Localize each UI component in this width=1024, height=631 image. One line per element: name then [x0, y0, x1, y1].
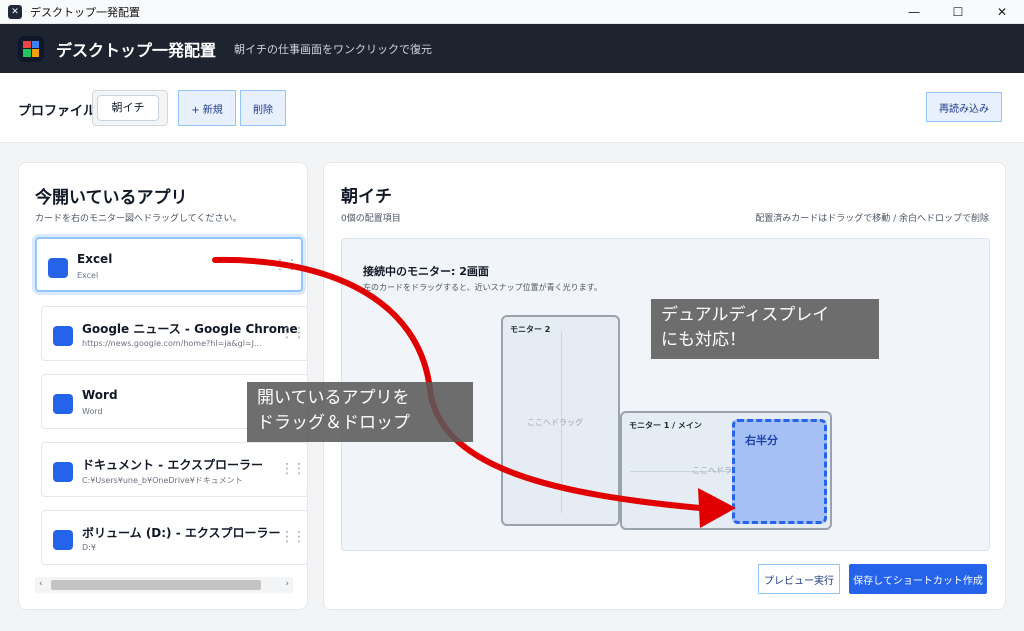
app-card-name: ボリューム (D:) - エクスプローラー	[82, 526, 281, 540]
app-card-name: Word	[82, 388, 118, 402]
logo-square-green	[23, 49, 31, 57]
drag-handle-icon[interactable]: ⋮⋮	[280, 529, 306, 545]
snap-zone-right-half[interactable]: 右半分	[732, 419, 827, 524]
layout-count: 0個の配置項目	[341, 214, 401, 224]
window-title: デスクトップ一発配置	[30, 5, 140, 19]
app-icon	[53, 326, 73, 346]
drag-handle-icon[interactable]: ⋮⋮	[280, 325, 306, 341]
dual-display-callout: デュアルディスプレイ にも対応！	[651, 299, 879, 359]
drag-handle-icon[interactable]: ⋮⋮	[273, 257, 299, 273]
delete-profile-button[interactable]: 削除	[240, 90, 286, 126]
drop-target-text: ここへドラッグ	[527, 418, 583, 427]
app-card[interactable]: Excel Excel ⋮⋮	[35, 237, 303, 292]
app-card-name: Excel	[77, 252, 113, 266]
app-card-path: https://news.google.com/home?hl=ja&gl=J.…	[82, 339, 262, 348]
window-controls: — ☐ ✕	[892, 0, 1024, 24]
app-card-name: Google ニュース - Google Chrome	[82, 322, 298, 336]
preview-button[interactable]: プレビュー実行	[758, 564, 840, 594]
scrollbar-thumb[interactable]	[51, 580, 261, 590]
logo-square-yellow	[31, 49, 39, 57]
app-icon	[53, 530, 73, 550]
app-card[interactable]: ボリューム (D:) - エクスプローラー D:¥ ⋮⋮	[41, 510, 307, 565]
app-title: デスクトップ一発配置	[56, 40, 217, 60]
close-button[interactable]: ✕	[980, 0, 1024, 24]
horizontal-scrollbar[interactable]: ‹ ›	[35, 577, 293, 593]
stage-title: 接続中のモニター: 2画面	[363, 265, 489, 278]
layout-title: 朝イチ	[341, 187, 392, 207]
save-shortcut-button[interactable]: 保存してショートカット作成	[849, 564, 987, 594]
maximize-button[interactable]: ☐	[936, 0, 980, 24]
app-card-path: C:¥Users¥une_b¥OneDrive¥ドキュメント	[82, 476, 243, 485]
scroll-right-icon[interactable]: ›	[285, 579, 289, 589]
drag-handle-icon[interactable]: ⋮⋮	[280, 461, 306, 477]
monitor-1[interactable]: モニター 1 / メイン ここへドラッグ 右半分	[620, 411, 832, 530]
logo-square-blue	[31, 40, 39, 48]
app-card-path: Excel	[77, 271, 99, 280]
window-titlebar: ✕ デスクトップ一発配置 — ☐ ✕	[0, 0, 1024, 24]
app-subtitle: 朝イチの仕事画面をワンクリックで復元	[234, 42, 433, 56]
logo-square-red	[23, 40, 31, 48]
app-card-path: D:¥	[82, 543, 96, 552]
open-apps-title: 今開いているアプリ	[35, 188, 188, 208]
reload-button[interactable]: 再読み込み	[926, 92, 1002, 122]
new-profile-button[interactable]: + 新規	[178, 90, 236, 126]
profile-selected[interactable]: 朝イチ	[97, 95, 159, 121]
app-header: デスクトップ一発配置 朝イチの仕事画面をワンクリックで復元	[0, 24, 1024, 73]
app-icon: ✕	[8, 4, 22, 19]
app-card-path: Word	[82, 407, 103, 416]
profile-selector[interactable]: 朝イチ	[92, 90, 168, 126]
snap-zone-label: 右半分	[745, 434, 778, 447]
layout-hint: 配置済みカードはドラッグで移動 / 余白へドロップで削除	[755, 214, 989, 224]
app-card[interactable]: Google ニュース - Google Chrome https://news…	[41, 306, 307, 361]
minimize-button[interactable]: —	[892, 0, 936, 24]
app-card-name: ドキュメント - エクスプローラー	[82, 458, 263, 472]
app-card[interactable]: ドキュメント - エクスプローラー C:¥Users¥une_b¥OneDriv…	[41, 442, 307, 497]
app-icon	[48, 258, 68, 278]
scroll-left-icon[interactable]: ‹	[39, 579, 43, 589]
monitor-2[interactable]: モニター 2 ここへドラッグ	[501, 315, 620, 526]
open-apps-subtitle: カードを右のモニター図へドラッグしてください。	[35, 214, 242, 224]
profile-bar: プロファイル 朝イチ + 新規 削除 再読み込み	[0, 73, 1024, 143]
drag-drop-callout: 開いているアプリを ドラッグ＆ドロップ	[247, 382, 473, 442]
monitor-1-label: モニター 1 / メイン	[629, 421, 702, 430]
app-icon	[53, 462, 73, 482]
monitor-2-label: モニター 2	[510, 325, 551, 334]
app-logo-icon	[18, 35, 44, 62]
app-icon	[53, 394, 73, 414]
stage-subtitle: 左のカードをドラッグすると、近いスナップ位置が青く光ります。	[363, 283, 602, 292]
profile-label: プロファイル	[18, 104, 97, 119]
